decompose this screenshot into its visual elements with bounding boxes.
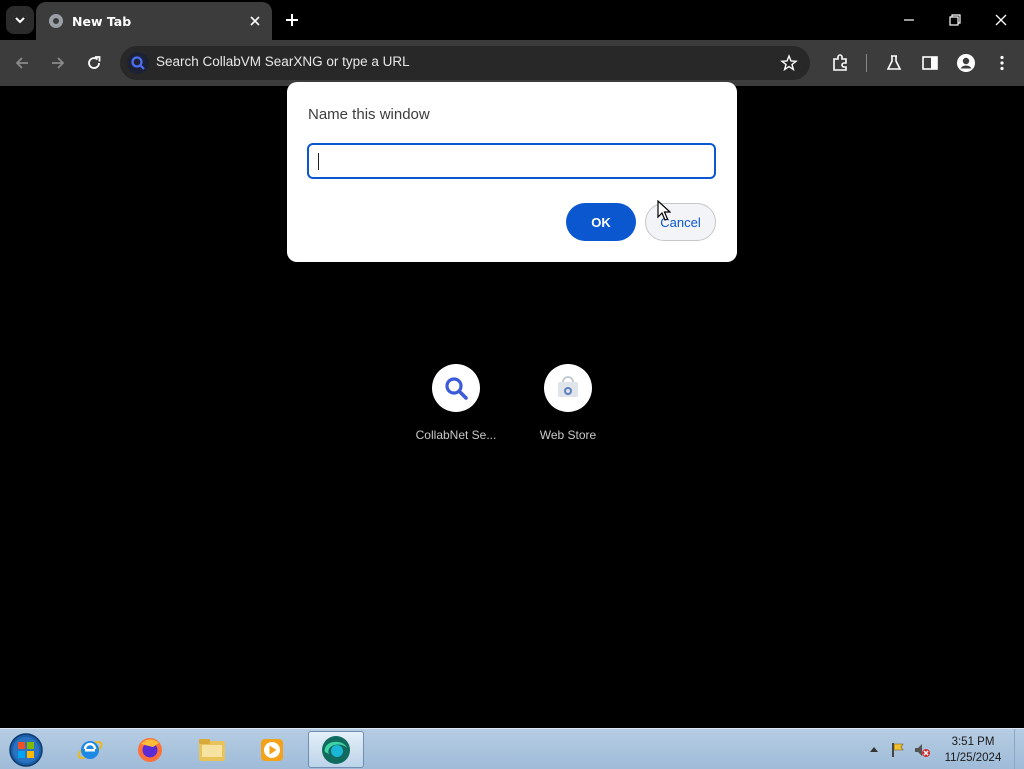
tab-strip: New Tab: [0, 0, 1024, 40]
search-engine-icon: [127, 52, 149, 74]
labs-flask-icon[interactable]: [884, 53, 904, 73]
close-window-icon[interactable]: [991, 10, 1011, 30]
toolbar-divider: [866, 54, 867, 72]
show-desktop-button[interactable]: [1014, 729, 1024, 769]
globe-icon: [49, 14, 63, 28]
browser-toolbar: Search CollabVM SearXNG or type a URL: [0, 40, 1024, 86]
firefox-icon: [138, 737, 162, 762]
side-panel-icon[interactable]: [920, 53, 940, 73]
dialog-title: Name this window: [308, 106, 430, 123]
mouse-cursor-icon: [657, 200, 671, 221]
window-name-input[interactable]: [307, 143, 716, 179]
text-caret: [318, 153, 319, 170]
tab-title: New Tab: [72, 14, 132, 29]
address-bar[interactable]: Search CollabVM SearXNG or type a URL: [120, 46, 810, 80]
web-store-icon: [558, 376, 578, 397]
back-icon[interactable]: [12, 53, 32, 73]
taskbar-internet-explorer[interactable]: [62, 731, 118, 768]
action-center-flag-icon[interactable]: [889, 741, 907, 759]
profile-avatar-icon[interactable]: [956, 53, 976, 73]
shortcut-label: Web Store: [539, 428, 597, 442]
taskbar-clock[interactable]: 3:51 PM 11/25/2024: [936, 734, 1010, 766]
clock-time: 3:51 PM: [951, 736, 995, 748]
tab-search-button[interactable]: [6, 6, 34, 34]
ok-button[interactable]: OK: [566, 203, 636, 241]
extensions-icon[interactable]: [830, 53, 850, 73]
shortcut-collabnet-search[interactable]: CollabNet Se...: [401, 364, 511, 442]
close-tab-icon[interactable]: [248, 14, 262, 28]
clock-date: 11/25/2024: [944, 752, 1002, 764]
internet-explorer-icon: [77, 740, 103, 759]
restore-icon[interactable]: [945, 10, 965, 30]
shortcut-tile: [432, 364, 480, 412]
taskbar-file-explorer[interactable]: [184, 731, 240, 768]
file-explorer-icon: [199, 738, 225, 761]
cancel-button[interactable]: Cancel: [645, 203, 716, 241]
address-bar-placeholder: Search CollabVM SearXNG or type a URL: [156, 54, 410, 69]
name-window-dialog: Name this window OK Cancel: [287, 82, 737, 262]
minimize-icon[interactable]: [899, 10, 919, 30]
taskbar-browser[interactable]: [308, 731, 364, 768]
browser-icon: [322, 735, 350, 764]
new-tab-plus-icon[interactable]: [283, 11, 301, 29]
taskbar: 3:51 PM 11/25/2024: [0, 728, 1024, 769]
search-icon: [445, 377, 468, 400]
media-player-icon: [261, 738, 283, 761]
shortcut-tile: [544, 364, 592, 412]
more-menu-icon[interactable]: [992, 53, 1012, 73]
show-hidden-icons-arrow-icon[interactable]: [869, 745, 879, 753]
reload-icon[interactable]: [84, 53, 104, 73]
taskbar-media-player[interactable]: [244, 731, 300, 768]
bookmark-star-icon[interactable]: [780, 54, 798, 72]
start-orb-icon[interactable]: [8, 732, 44, 768]
shortcut-label: CollabNet Se...: [415, 428, 497, 442]
volume-muted-icon[interactable]: [913, 741, 931, 759]
shortcut-web-store[interactable]: Web Store: [513, 364, 623, 442]
tab-new-tab[interactable]: New Tab: [36, 2, 272, 40]
taskbar-firefox[interactable]: [122, 731, 178, 768]
forward-icon[interactable]: [48, 53, 68, 73]
chevron-down-icon: [15, 17, 25, 24]
